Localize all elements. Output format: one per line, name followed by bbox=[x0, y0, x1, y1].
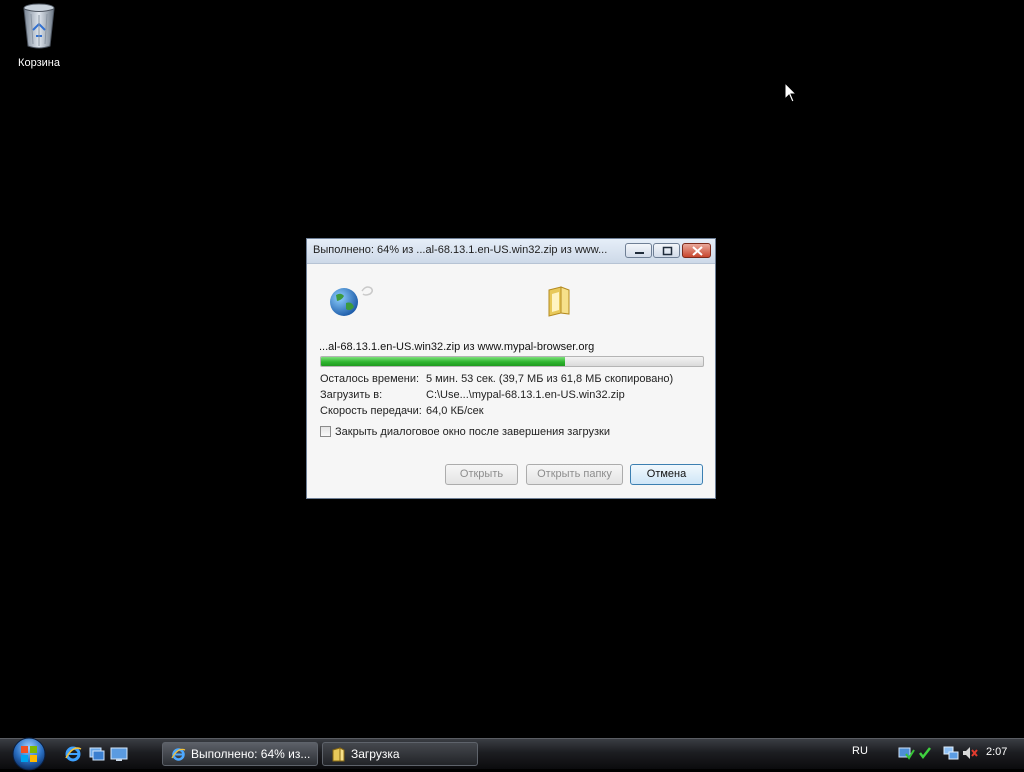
close-after-download-checkbox[interactable] bbox=[320, 426, 331, 437]
time-left-value: 5 мин. 53 сек. (39,7 МБ из 61,8 МБ скопи… bbox=[426, 373, 674, 385]
recycle-bin-desktop-icon[interactable]: Корзина bbox=[10, 2, 68, 69]
switch-windows-icon[interactable] bbox=[88, 745, 106, 763]
speed-row: Скорость передачи: 64,0 КБ/сек bbox=[320, 405, 484, 417]
internet-explorer-icon[interactable] bbox=[64, 745, 82, 763]
language-indicator[interactable]: RU bbox=[852, 745, 868, 757]
minimize-button[interactable] bbox=[625, 243, 652, 258]
volume-muted-icon[interactable] bbox=[961, 744, 979, 762]
close-after-download-label: Закрыть диалоговое окно после завершения… bbox=[335, 426, 610, 438]
recycle-bin-label: Корзина bbox=[18, 57, 60, 69]
close-button[interactable] bbox=[682, 243, 711, 258]
download-dialog: Выполнено: 64% из ...al-68.13.1.en-US.wi… bbox=[306, 238, 716, 499]
save-to-label: Загрузить в: bbox=[320, 389, 383, 401]
folder-icon bbox=[332, 747, 345, 762]
maximize-icon bbox=[662, 246, 673, 256]
show-desktop-icon[interactable] bbox=[110, 745, 128, 763]
close-icon bbox=[692, 246, 703, 256]
maximize-button[interactable] bbox=[653, 243, 680, 258]
save-to-row: Загрузить в: C:\Use...\mypal-68.13.1.en-U… bbox=[320, 389, 625, 401]
cancel-button[interactable]: Отмена bbox=[630, 464, 703, 485]
open-button[interactable]: Открыть bbox=[445, 464, 518, 485]
start-button[interactable] bbox=[8, 736, 50, 772]
time-left-label: Осталось времени: bbox=[320, 373, 420, 385]
taskbar-item-download-progress[interactable]: Выполнено: 64% из... bbox=[162, 742, 318, 766]
taskbar-item-label: Выполнено: 64% из... bbox=[191, 747, 311, 761]
taskbar-item-downloads[interactable]: Загрузка bbox=[322, 742, 478, 766]
browser-icon bbox=[171, 748, 186, 761]
download-filename: ...al-68.13.1.en-US.win32.zip из www.myp… bbox=[319, 341, 595, 353]
recycle-bin-icon bbox=[23, 3, 55, 49]
folder-icon bbox=[548, 286, 570, 317]
network-icon[interactable] bbox=[942, 744, 960, 762]
time-left-row: Осталось времени: 5 мин. 53 сек. (39,7 МБ… bbox=[320, 373, 673, 385]
progress-fill bbox=[321, 357, 566, 366]
speed-value: 64,0 КБ/сек bbox=[426, 405, 484, 417]
security-center-icon[interactable] bbox=[897, 744, 915, 762]
download-progress-bar bbox=[320, 356, 704, 367]
dialog-title: Выполнено: 64% из ...al-68.13.1.en-US.wi… bbox=[313, 244, 608, 256]
taskbar-item-label: Загрузка bbox=[351, 747, 400, 761]
dialog-titlebar[interactable]: Выполнено: 64% из ...al-68.13.1.en-US.wi… bbox=[307, 239, 715, 264]
dialog-body: ...al-68.13.1.en-US.win32.zip из www.myp… bbox=[307, 264, 715, 498]
globe-icon bbox=[330, 286, 374, 316]
open-folder-button[interactable]: Открыть папку bbox=[526, 464, 623, 485]
checkmark-icon[interactable] bbox=[918, 744, 932, 762]
speed-label: Скорость передачи: bbox=[320, 405, 422, 417]
minimize-icon bbox=[635, 252, 644, 254]
save-to-value: C:\Use...\mypal-68.13.1.en-US.win32.zip bbox=[426, 389, 625, 401]
taskbar: Выполнено: 64% из... Загрузка RU 2:07 bbox=[0, 736, 1024, 772]
mouse-cursor-icon bbox=[784, 82, 798, 103]
close-after-download-option[interactable]: Закрыть диалоговое окно после завершения… bbox=[320, 426, 610, 438]
clock[interactable]: 2:07 bbox=[986, 746, 1007, 758]
